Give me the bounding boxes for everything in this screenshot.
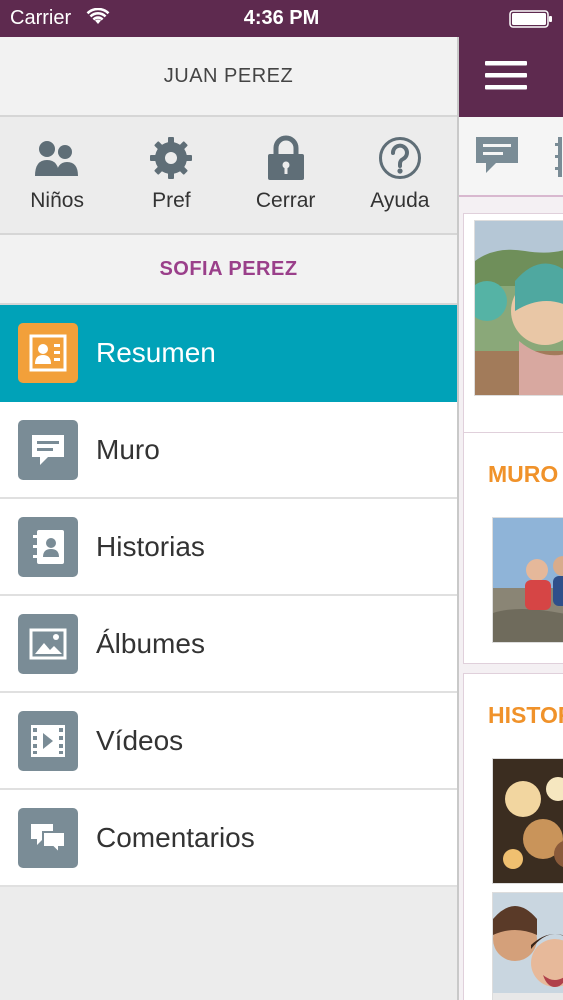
menu-item-resumen[interactable]: Resumen [0,305,457,402]
main-content: MURO HISTOR [457,37,563,1000]
drawer-menu: Resumen Muro Historias Álbumes Vídeos Co… [0,305,457,887]
menu-item-historias[interactable]: Historias [0,499,457,596]
status-time: 4:36 PM [243,7,320,29]
stories-icon [18,516,78,577]
menu-item-comentarios[interactable]: Comentarios [0,790,457,887]
battery-icon [509,10,553,33]
wall-icon [18,419,78,480]
logout-button[interactable]: Cerrar [229,117,343,233]
child-name: SOFIA PEREZ [0,235,457,305]
wall-card[interactable]: MURO [463,432,563,664]
menu-item-albumes[interactable]: Álbumes [0,596,457,693]
children-label: Niños [30,189,84,212]
menu-label-resumen: Resumen [96,336,216,368]
albums-icon [18,613,78,674]
preferences-button[interactable]: Pref [114,117,228,233]
preferences-label: Pref [152,189,191,212]
user-name: JUAN PEREZ [0,37,457,117]
menu-label-comentarios: Comentarios [96,821,255,853]
menu-label-muro: Muro [96,433,160,465]
children-button[interactable]: Niños [0,117,114,233]
side-drawer: JUAN PEREZ Niños Pref Cerrar Ayuda SOFIA… [0,37,457,1000]
top-bar [459,37,563,117]
help-icon [377,135,423,181]
comments-icon [18,807,78,868]
gear-icon [148,135,194,181]
stories-photo-1 [492,758,563,884]
wall-card-title: MURO [488,461,559,487]
stories-photo-2 [492,892,563,1000]
menu-label-historias: Historias [96,530,205,562]
lock-icon [263,135,309,181]
stories-card[interactable]: HISTOR [463,673,563,1000]
menu-label-albumes: Álbumes [96,627,205,659]
summary-photo [474,220,563,396]
videos-icon [18,710,78,771]
hamburger-icon[interactable] [485,59,527,96]
menu-item-videos[interactable]: Vídeos [0,693,457,790]
help-button[interactable]: Ayuda [343,117,457,233]
help-label: Ayuda [370,189,430,212]
status-bar: Carrier 4:36 PM [0,0,563,37]
wall-photo [492,517,563,643]
menu-item-muro[interactable]: Muro [0,402,457,499]
summary-card[interactable] [463,213,563,433]
tab-wall-icon[interactable] [475,135,519,180]
stories-card-title: HISTOR [488,702,563,728]
children-icon [34,135,80,181]
menu-label-videos: Vídeos [96,724,184,756]
content-tabbar [459,117,563,197]
logout-label: Cerrar [255,189,316,212]
tab-stories-icon[interactable] [555,135,563,184]
summary-icon [18,322,78,383]
quick-actions: Niños Pref Cerrar Ayuda [0,117,457,235]
